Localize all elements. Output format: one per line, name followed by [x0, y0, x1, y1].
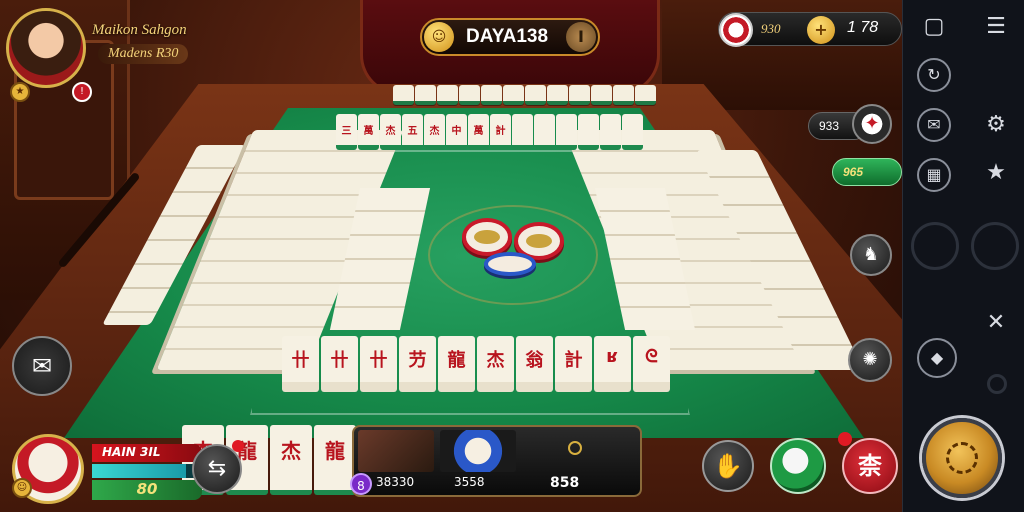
wall-tile — [481, 85, 502, 105]
wall-tile — [437, 85, 458, 105]
player-name: HAIN 3IL — [92, 444, 202, 462]
green-score-pill: 965 — [832, 158, 902, 186]
pong-button[interactable]: 柰 — [842, 438, 898, 494]
chat-badge: 8 — [350, 473, 372, 495]
person-action-icon[interactable]: ♞ — [850, 234, 892, 276]
opponent-avatar[interactable] — [6, 8, 86, 88]
wall-tile — [525, 85, 546, 105]
room-banner: ☺ DAYA138 I — [420, 18, 600, 56]
opponent-badge-top-left[interactable]: ★ ! Maikon Sahgon Madens R30 — [6, 8, 226, 102]
back-tile — [622, 114, 643, 150]
gold-action-button[interactable] — [922, 418, 1002, 498]
joystick-left-ring — [911, 222, 959, 270]
refresh-icon[interactable]: ↻ — [917, 58, 951, 92]
opponent-hand-top: 三萬杰五杰中萬計 — [336, 114, 643, 150]
wall-tile — [569, 85, 590, 105]
pong-alert-dot — [838, 432, 852, 446]
front-tile: ʁ — [594, 336, 631, 392]
room-title: DAYA138 — [466, 26, 549, 47]
wall-tile — [393, 85, 414, 105]
back-tile — [534, 114, 555, 150]
chat-label-2: 3558 — [454, 475, 485, 489]
joystick-right-ring — [971, 222, 1019, 270]
timer-icon — [568, 441, 582, 455]
opponent-name: Maikon Sahgon — [92, 22, 187, 38]
discard-button[interactable]: ⇆ — [192, 444, 242, 494]
front-tile: 杰 — [477, 336, 514, 392]
chat-label-1: 38330 — [376, 475, 415, 489]
notification-dot — [232, 440, 244, 452]
calendar-icon[interactable]: ▦ — [917, 158, 951, 192]
back-tile: 五 — [402, 114, 423, 150]
chip-stack-3 — [484, 252, 536, 276]
opponent-right-avatar-icon[interactable]: ✦ — [852, 104, 892, 144]
discard-row-front: 卄卄卄芀龍杰翁計ʁᘓ — [282, 336, 670, 392]
pause-button[interactable]: I — [566, 22, 596, 52]
chow-button[interactable] — [770, 438, 826, 494]
expand-icon[interactable]: ✕ — [981, 308, 1011, 338]
wall-tiles-top — [393, 85, 656, 107]
coin-add-icon[interactable]: + — [807, 16, 835, 44]
opponent-right-value-2: 1 78 — [847, 19, 879, 36]
front-tile: 計 — [555, 336, 592, 392]
star-badge-icon: ★ — [10, 82, 30, 102]
settings-icon[interactable]: ⚙ — [981, 110, 1011, 140]
back-tile: 萬 — [468, 114, 489, 150]
wall-tile — [635, 85, 656, 105]
back-tile: 中 — [446, 114, 467, 150]
side-score-value: 933 — [819, 119, 840, 133]
back-tile: 萬 — [358, 114, 379, 150]
wall-tile — [459, 85, 480, 105]
near-tile[interactable]: 杰 — [270, 425, 312, 495]
opponent-badge-top-right[interactable]: 930 + 1 78 — [718, 12, 902, 47]
chat-panel[interactable]: 8 38330 3558 858 — [350, 425, 642, 497]
chip-stack-1 — [462, 218, 512, 256]
chat-label-3: 858 — [550, 475, 580, 491]
map-pin-icon[interactable]: ◆ — [917, 338, 957, 378]
wall-tile — [415, 85, 436, 105]
front-tile: 芀 — [399, 336, 436, 392]
front-tile: ᘓ — [633, 336, 670, 392]
back-tile: 杰 — [380, 114, 401, 150]
player-smile-icon: ☺ — [12, 478, 32, 498]
front-tile: 卄 — [360, 336, 397, 392]
smiley-coin-icon: ☺ — [424, 22, 454, 52]
gift-icon[interactable]: ✉ — [917, 108, 951, 142]
opponent-right-avatar[interactable] — [719, 13, 753, 47]
small-ring — [987, 374, 1007, 394]
front-tile: 卄 — [321, 336, 358, 392]
menu-icon[interactable]: ☰ — [981, 12, 1011, 42]
player-health-bar — [92, 464, 202, 478]
back-tile — [600, 114, 621, 150]
opponent-score: Madens R30 — [98, 44, 189, 64]
star-icon[interactable]: ★ — [981, 158, 1011, 188]
back-tile — [556, 114, 577, 150]
front-tile: 龍 — [438, 336, 475, 392]
front-tile: 翁 — [516, 336, 553, 392]
wall-tile — [613, 85, 634, 105]
wall-tile — [591, 85, 612, 105]
back-tile: 杰 — [424, 114, 445, 150]
emote-button-icon[interactable]: ✉ — [12, 336, 72, 396]
player-score: 80 — [92, 480, 202, 500]
wall-tile — [503, 85, 524, 105]
back-tile: 三 — [336, 114, 357, 150]
video-thumb-2[interactable] — [440, 430, 516, 472]
back-tile — [512, 114, 533, 150]
opponent-right-value-1: 930 — [761, 21, 781, 36]
front-tile: 卄 — [282, 336, 319, 392]
spin-action-icon[interactable]: ✺ — [848, 338, 892, 382]
back-tile: 計 — [490, 114, 511, 150]
window-icon[interactable]: ▢ — [919, 12, 949, 42]
wall-tile — [547, 85, 568, 105]
gold-hand-button[interactable]: ✋ — [702, 440, 754, 492]
status-token-icon: ! — [72, 82, 92, 102]
video-thumb-1[interactable] — [358, 430, 434, 472]
back-tile — [578, 114, 599, 150]
green-score-value: 965 — [843, 165, 864, 179]
player-health-fill — [92, 464, 186, 478]
